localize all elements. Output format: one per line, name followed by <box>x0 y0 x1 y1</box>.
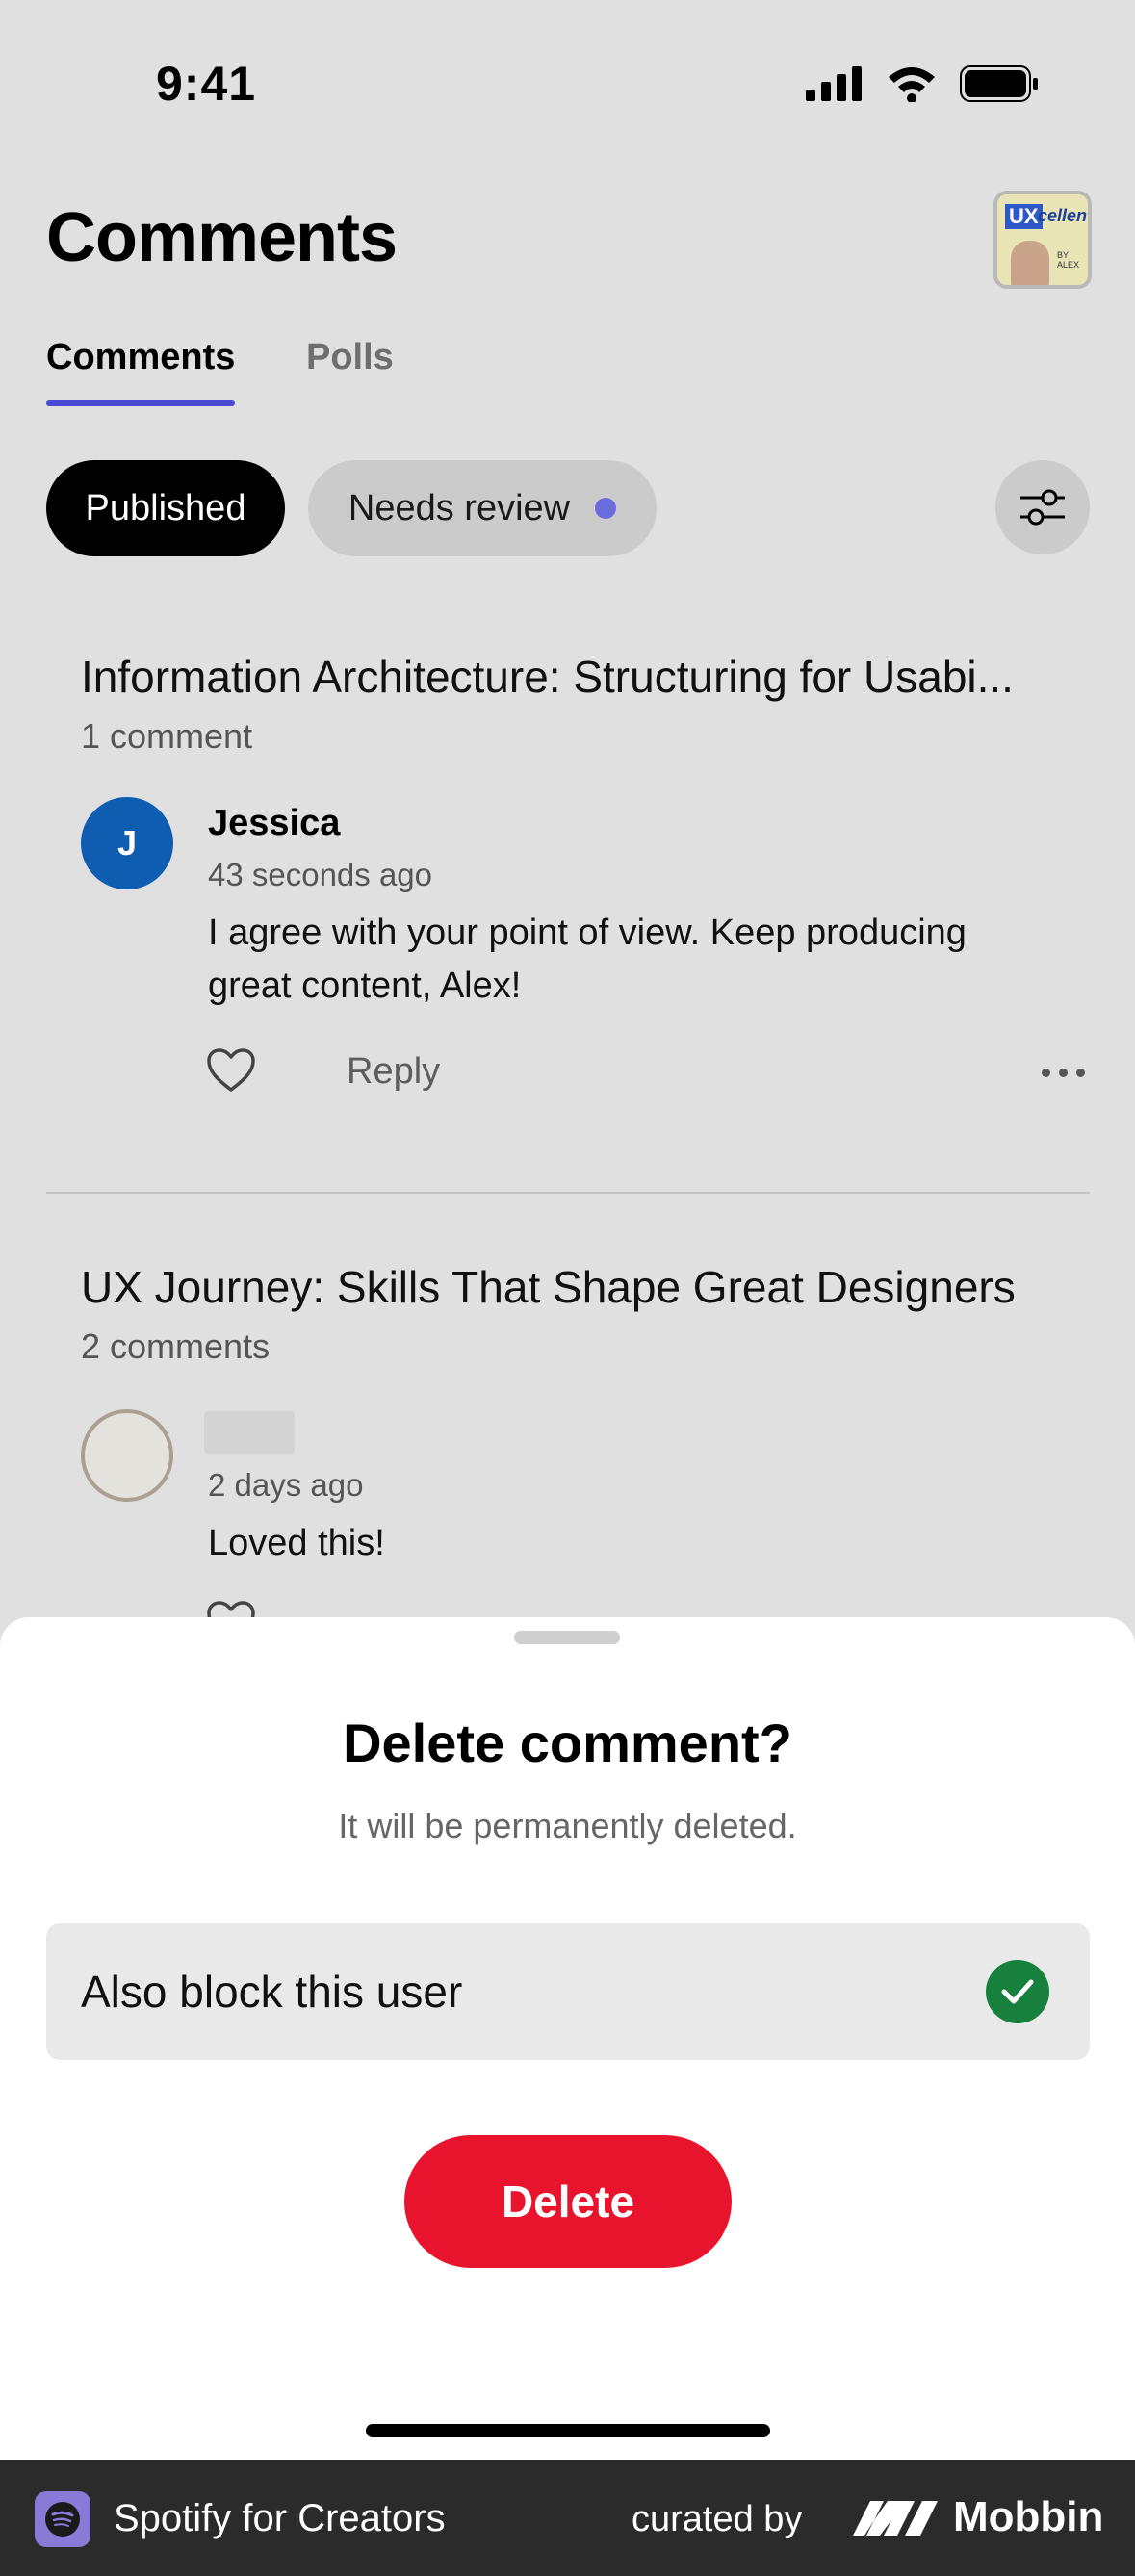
avatar-letter: J <box>116 823 138 863</box>
more-options-button[interactable] <box>1042 1069 1085 1077</box>
mobbin-logo-icon <box>853 2501 938 2536</box>
unread-dot <box>595 498 617 519</box>
checkmark-icon[interactable] <box>986 1960 1049 2023</box>
status-time: 9:41 <box>156 57 257 111</box>
block-user-label: Also block this user <box>81 1967 463 2017</box>
comment-text: Loved this! <box>208 1523 385 1563</box>
post-title[interactable]: Information Architecture: Structuring fo… <box>81 651 1082 703</box>
block-user-option[interactable]: Also block this user <box>46 1923 1090 2060</box>
footer-banner: Spotify for Creators curated by Mobbin <box>0 2460 1135 2576</box>
sliders-icon <box>1020 489 1065 526</box>
delete-button[interactable]: Delete <box>404 2135 732 2268</box>
footer-app-name: Spotify for Creators <box>114 2497 446 2539</box>
post-comment-count: 1 comment <box>81 716 253 756</box>
cellular-signal-icon <box>806 66 862 101</box>
more-dot <box>1076 1069 1085 1077</box>
sheet-grabber[interactable] <box>514 1631 620 1644</box>
post-comment-count: 2 comments <box>81 1327 271 1366</box>
more-dot <box>1059 1069 1068 1077</box>
filter-chip-needs-review-label: Needs review <box>348 487 571 528</box>
comment-timestamp: 2 days ago <box>208 1467 364 1503</box>
footer-brand: Mobbin <box>953 2493 1104 2540</box>
reply-button[interactable]: Reply <box>347 1051 440 1093</box>
sheet-subtitle: It will be permanently deleted. <box>338 1806 797 1845</box>
heart-icon[interactable] <box>206 1047 256 1094</box>
spotify-icon <box>35 2491 90 2547</box>
battery-icon <box>960 65 1038 102</box>
post-title[interactable]: UX Journey: Skills That Shape Great Desi… <box>81 1261 1082 1313</box>
filter-settings-button[interactable] <box>995 460 1090 554</box>
tab-polls[interactable]: Polls <box>306 337 394 378</box>
wifi-icon <box>889 67 935 102</box>
comment-timestamp: 43 seconds ago <box>208 857 433 892</box>
sheet-title: Delete comment? <box>343 1713 792 1773</box>
filter-chip-published-label: Published <box>85 487 246 528</box>
delete-button-label: Delete <box>501 2177 635 2227</box>
avatar[interactable]: J <box>81 797 173 889</box>
home-indicator <box>366 2424 770 2437</box>
more-dot <box>1042 1069 1050 1077</box>
tab-comments[interactable]: Comments <box>46 337 235 378</box>
footer-curated-by: curated by <box>632 2499 803 2539</box>
filter-chip-needs-review[interactable]: Needs review <box>308 460 657 556</box>
comment-author-redacted <box>204 1411 295 1454</box>
avatar[interactable] <box>81 1409 173 1502</box>
filter-chip-published[interactable]: Published <box>46 460 285 556</box>
active-tab-indicator <box>46 400 235 406</box>
status-icons <box>806 65 1039 102</box>
comment-author: Jessica <box>208 803 341 843</box>
page-title: Comments <box>46 199 398 276</box>
comment-text: I agree with your point of view. Keep pr… <box>208 913 967 1006</box>
delete-comment-sheet: Delete comment? It will be permanently d… <box>0 1617 1135 2460</box>
divider <box>46 1192 1090 1194</box>
profile-avatar[interactable]: UX cellent BY ALEX <box>993 191 1092 289</box>
